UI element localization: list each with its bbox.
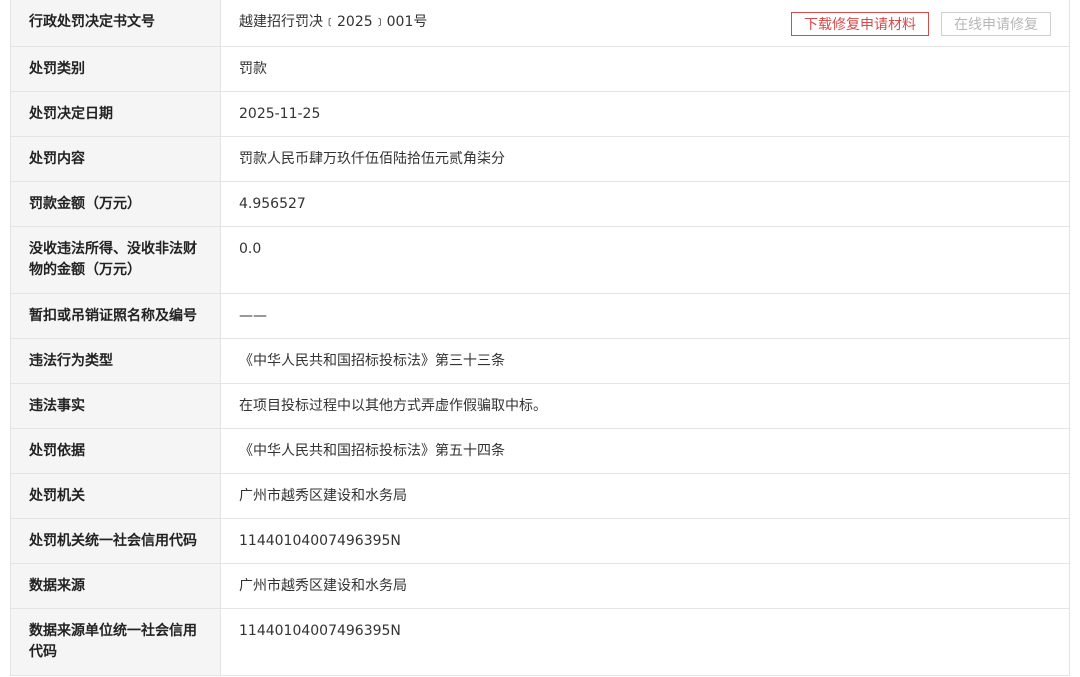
row-value: 2025-11-25 xyxy=(239,106,321,122)
row-label: 违法行为类型 xyxy=(11,339,221,383)
row-value: 罚款 xyxy=(239,61,267,77)
table-row: 违法行为类型 《中华人民共和国招标投标法》第三十三条 xyxy=(11,338,1069,383)
table-row: 处罚依据 《中华人民共和国招标投标法》第五十四条 xyxy=(11,428,1069,473)
row-label: 没收违法所得、没收非法财物的金额（万元） xyxy=(11,227,221,293)
table-row: 数据来源 广州市越秀区建设和水务局 xyxy=(11,563,1069,608)
row-value: 0.0 xyxy=(239,241,262,257)
table-row: 处罚决定日期 2025-11-25 xyxy=(11,91,1069,136)
table-row: 没收违法所得、没收非法财物的金额（万元） 0.0 xyxy=(11,226,1069,293)
row-value: 广州市越秀区建设和水务局 xyxy=(239,578,407,594)
row-label: 处罚机关统一社会信用代码 xyxy=(11,519,221,563)
row-label: 行政处罚决定书文号 xyxy=(11,0,221,46)
table-row: 罚款金额（万元） 4.956527 xyxy=(11,181,1069,226)
row-label: 处罚依据 xyxy=(11,429,221,473)
table-row: 违法事实 在项目投标过程中以其他方式弄虚作假骗取中标。 xyxy=(11,383,1069,428)
row-value: 越建招行罚决﹝2025﹞001号 下载修复申请材料 在线申请修复 xyxy=(221,0,1069,46)
row-label: 暂扣或吊销证照名称及编号 xyxy=(11,294,221,338)
table-row: 处罚内容 罚款人民币肆万玖仟伍佰陆拾伍元贰角柒分 xyxy=(11,136,1069,181)
decision-number: 越建招行罚决﹝2025﹞001号 xyxy=(239,14,428,30)
row-label: 处罚决定日期 xyxy=(11,92,221,136)
row-value: 广州市越秀区建设和水务局 xyxy=(239,488,407,504)
table-row: 处罚机关统一社会信用代码 11440104007496395N xyxy=(11,518,1069,563)
row-label: 处罚机关 xyxy=(11,474,221,518)
online-repair-application-button[interactable]: 在线申请修复 xyxy=(941,12,1051,36)
row-value: 《中华人民共和国招标投标法》第五十四条 xyxy=(239,443,505,459)
table-row: 数据来源单位统一社会信用代码 11440104007496395N xyxy=(11,608,1069,675)
row-value: 《中华人民共和国招标投标法》第三十三条 xyxy=(239,353,505,369)
row-label: 处罚内容 xyxy=(11,137,221,181)
table-row: 处罚机关 广州市越秀区建设和水务局 xyxy=(11,473,1069,518)
row-label: 处罚类别 xyxy=(11,47,221,91)
download-repair-materials-button[interactable]: 下载修复申请材料 xyxy=(791,12,929,36)
row-value: 罚款人民币肆万玖仟伍佰陆拾伍元贰角柒分 xyxy=(239,151,505,167)
table-row: 处罚类别 罚款 xyxy=(11,46,1069,91)
table-row: 暂扣或吊销证照名称及编号 —— xyxy=(11,293,1069,338)
row-value: —— xyxy=(239,308,267,324)
row-value: 4.956527 xyxy=(239,196,306,212)
table-row: 行政处罚决定书文号 越建招行罚决﹝2025﹞001号 下载修复申请材料 在线申请… xyxy=(11,0,1069,46)
row-label: 数据来源单位统一社会信用代码 xyxy=(11,609,221,675)
row-value: 在项目投标过程中以其他方式弄虚作假骗取中标。 xyxy=(239,398,547,414)
row-value: 11440104007496395N xyxy=(239,623,401,639)
row-label: 数据来源 xyxy=(11,564,221,608)
detail-table: 行政处罚决定书文号 越建招行罚决﹝2025﹞001号 下载修复申请材料 在线申请… xyxy=(10,0,1070,676)
action-buttons: 下载修复申请材料 在线申请修复 xyxy=(791,12,1051,36)
row-value: 11440104007496395N xyxy=(239,533,401,549)
row-label: 违法事实 xyxy=(11,384,221,428)
row-label: 罚款金额（万元） xyxy=(11,182,221,226)
